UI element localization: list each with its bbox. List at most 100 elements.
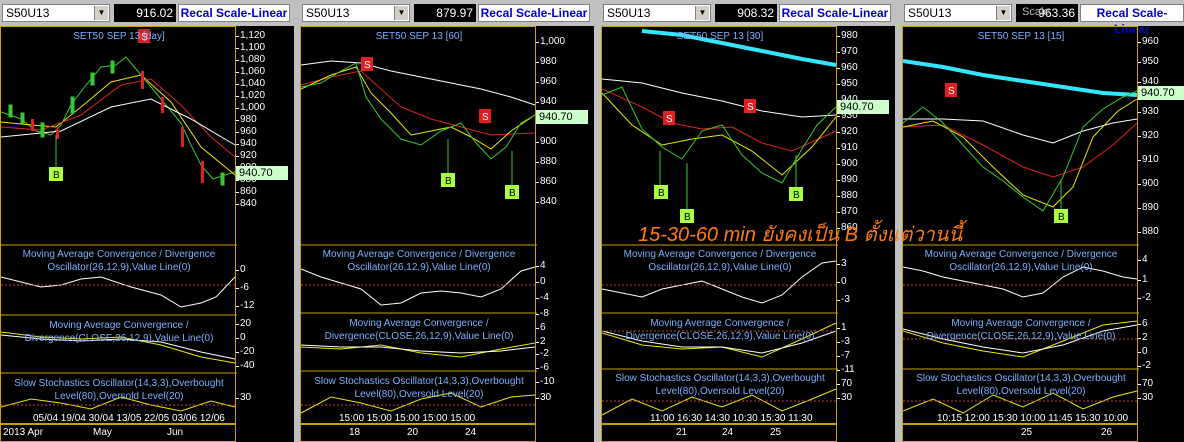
y-tick: 960 (837, 62, 858, 73)
chevron-down-icon[interactable]: ▼ (94, 6, 108, 20)
y-tick: 840 (236, 198, 257, 209)
price-axis: 960 950 940 930 920 910 900 890 880 940.… (1137, 26, 1184, 442)
symbol-value: S50U13 (6, 6, 50, 20)
toolbar: S50U13 ▼ 916.02 Recal Scale-Linear (0, 0, 294, 26)
plot-area[interactable]: S S B B SET50 SEP 13 [60] Moving Average… (300, 26, 537, 424)
time-axis-top-labels: 11:00 16:30 14:30 10:30 15:30 11:30 (650, 413, 813, 424)
buy-signal-label: B (793, 190, 800, 201)
recal-scale-button[interactable]: Recal Scale-Linear (1080, 4, 1184, 36)
last-price-tag: 940.70 (536, 110, 588, 124)
symbol-dropdown[interactable]: S50U13 ▼ (603, 4, 711, 22)
ma-red (602, 88, 837, 152)
price-line (903, 90, 1138, 212)
y-tick: 910 (1138, 154, 1159, 165)
symbol-dropdown[interactable]: S50U13 ▼ (302, 4, 410, 22)
last-price-tag: 940.70 (1138, 86, 1184, 100)
price-axis: 1,000 980 960 940 920 900 880 860 840 94… (535, 26, 594, 442)
y-tick: 0 (837, 276, 847, 287)
y-tick: -6 (536, 362, 549, 373)
chart-drawing: S S B B (301, 57, 537, 414)
y-tick: 30 (535, 392, 552, 403)
symbol-dropdown[interactable]: S50U13 ▼ (904, 4, 1012, 22)
y-tick: 920 (236, 150, 257, 161)
y-tick: 870 (837, 206, 858, 217)
recal-scale-button[interactable]: Recal Scale-Linear (779, 4, 891, 22)
buy-signal-label: B (1058, 212, 1065, 223)
last-price-tag: 940.70 (837, 100, 889, 114)
y-tick: 4 (1138, 254, 1148, 265)
y-tick: 30 (1137, 392, 1154, 403)
symbol-dropdown[interactable]: S50U13 ▼ (2, 4, 110, 22)
sell-signal-label: S (948, 86, 955, 97)
y-tick: 890 (837, 174, 858, 185)
ma-white (301, 60, 536, 106)
y-tick: -6 (236, 282, 249, 293)
y-tick: -2 (1138, 360, 1151, 371)
y-tick: 840 (536, 196, 557, 207)
y-tick: 940 (536, 96, 557, 107)
buy-signal-label: B (53, 170, 60, 181)
y-tick: 1,000 (235, 102, 266, 113)
y-tick: 900 (536, 136, 557, 147)
y-tick: -3 (837, 336, 850, 347)
toolbar: S50U13 ▼ 963.36 Scale Recal Scale-Linear (902, 0, 1184, 36)
recal-scale-button[interactable]: Recal Scale-Linear (178, 4, 290, 22)
time-label: 25 (770, 427, 782, 438)
macd-title: Moving Average Convergence / Divergence(… (926, 318, 1116, 342)
y-tick: -7 (837, 350, 850, 361)
y-tick: -3 (837, 294, 850, 305)
time-label: 24 (722, 427, 734, 438)
ma-red (903, 122, 1138, 178)
y-tick: 1,060 (235, 66, 266, 77)
price-line (301, 62, 536, 160)
candle-bars (8, 60, 225, 186)
sell-signal-label: S (747, 102, 754, 113)
chart-title: SET50 SEP 13 [60] (375, 31, 463, 42)
sell-signal-label: S (482, 112, 489, 123)
y-tick: 920 (1138, 130, 1159, 141)
time-axis: 10:15 12:00 15:30 10:00 11:45 15:30 10:0… (902, 413, 1138, 442)
macd-osc-line (1, 276, 236, 308)
time-label: Jun (167, 427, 184, 438)
y-tick: -8 (536, 308, 549, 319)
price-candles (1, 56, 236, 180)
price-display: 908.32 (715, 4, 777, 22)
y-tick: 1,080 (235, 54, 266, 65)
y-tick: 900 (837, 158, 858, 169)
y-tick: 1 (837, 322, 847, 333)
y-tick: -11 (837, 364, 855, 375)
time-label: 26 (1101, 427, 1113, 438)
macd-title: Moving Average Convergence / Divergence(… (324, 318, 514, 342)
toolbar: S50U13 ▼ 879.97 Recal Scale-Linear (300, 0, 594, 26)
chevron-down-icon[interactable]: ▼ (695, 6, 709, 20)
chart-panel-daily: S50U13 ▼ 916.02 Recal Scale-Linear B S S… (0, 0, 294, 442)
scale-ghost-label: Scale (1022, 6, 1050, 18)
macd-osc-title: Moving Average Convergence / Divergence … (924, 249, 1118, 273)
last-price-tag: 940.70 (236, 166, 288, 180)
macd-line (301, 342, 536, 358)
time-label: May (93, 427, 112, 438)
y-tick: -10 (535, 376, 555, 387)
y-tick: 880 (1138, 226, 1159, 237)
y-tick: 70 (1137, 378, 1154, 389)
time-label: 25 (1021, 427, 1033, 438)
ma-red (301, 70, 536, 136)
y-tick: 1,120 (235, 30, 266, 41)
price-display: 879.97 (414, 4, 476, 22)
chevron-down-icon[interactable]: ▼ (996, 6, 1010, 20)
time-label: 21 (676, 427, 688, 438)
stoch-title: Slow Stochastics Oscillator(14,3,3),Over… (916, 373, 1126, 397)
y-tick: 2 (536, 336, 546, 347)
y-tick: 0 (236, 264, 246, 275)
y-tick: 970 (837, 46, 858, 57)
y-tick: 1 (1138, 274, 1148, 285)
chevron-down-icon[interactable]: ▼ (394, 6, 408, 20)
time-label: 20 (407, 427, 419, 438)
y-tick: 980 (837, 30, 858, 41)
sell-signal-label: S (364, 60, 371, 71)
y-tick: 30 (836, 392, 853, 403)
y-tick: 880 (837, 190, 858, 201)
plot-area[interactable]: B S SET50 SEP 13 [day] Moving Average Co… (0, 26, 237, 424)
recal-scale-button[interactable]: Recal Scale-Linear (478, 4, 590, 22)
chart-drawing: B S (1, 29, 237, 412)
